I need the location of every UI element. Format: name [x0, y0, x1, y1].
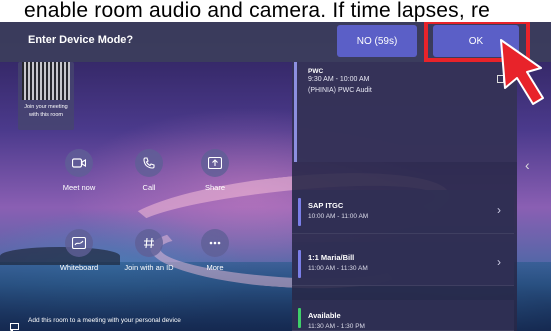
whiteboard-icon — [65, 229, 93, 257]
hash-icon — [135, 229, 163, 257]
call-label: Call — [142, 183, 156, 192]
call-button[interactable]: Call — [124, 149, 174, 192]
agenda-item-color-bar — [298, 308, 301, 328]
qr-join-card: Join your meeting with this room — [18, 62, 74, 130]
cast-icon — [10, 318, 19, 331]
agenda-item[interactable]: SAP ITGC 10:00 AM - 11:00 AM › — [292, 190, 514, 234]
document-caption: enable room audio and camera. If time la… — [0, 0, 551, 22]
qr-label: Join your meeting with this room — [24, 104, 68, 118]
agenda-item-name: Available — [308, 311, 341, 320]
no-button[interactable]: NO (59s) — [337, 25, 417, 57]
more-label: More — [206, 263, 224, 272]
share-button[interactable]: Share — [190, 149, 240, 192]
agenda-item[interactable]: 1:1 Maria/Bill 11:00 AM - 11:30 AM › — [292, 242, 514, 286]
share-screen-icon — [201, 149, 229, 177]
current-meeting-accent — [294, 62, 297, 162]
pointer-arrow-icon — [500, 39, 544, 105]
footer-text: Add this room to a meeting with your per… — [28, 317, 181, 324]
agenda-item-name: 1:1 Maria/Bill — [308, 253, 355, 262]
current-meeting-time: 9:30 AM - 10:00 AM — [308, 76, 370, 83]
current-meeting-head: PWC — [308, 68, 324, 75]
chevron-right-icon[interactable]: › — [497, 255, 501, 269]
phone-icon — [135, 149, 163, 177]
agenda-item-color-bar — [298, 250, 301, 278]
meet-now-button[interactable]: Meet now — [54, 149, 104, 192]
chevron-right-icon[interactable]: › — [497, 203, 501, 217]
agenda-item-color-bar — [298, 198, 301, 226]
current-meeting-card[interactable]: PWC 9:30 AM - 10:00 AM (PHINIA) PWC Audi… — [292, 62, 517, 162]
video-camera-icon — [65, 149, 93, 177]
agenda-item-name: SAP ITGC — [308, 201, 344, 210]
qr-code — [22, 62, 70, 100]
whiteboard-label: Whiteboard — [59, 263, 99, 272]
agenda-item-time: 11:00 AM - 11:30 AM — [308, 265, 368, 272]
side-panel-chevron-icon[interactable]: ‹ — [525, 157, 530, 173]
teams-room-screen: Join your meeting with this room Meet no… — [0, 22, 551, 331]
footer-bar: Add this room to a meeting with your per… — [0, 314, 292, 331]
join-with-id-button[interactable]: Join with an ID — [124, 229, 174, 272]
more-button[interactable]: More — [190, 229, 240, 272]
agenda-item[interactable]: Available 11:30 AM - 1:30 PM — [292, 300, 514, 331]
agenda-item-time: 10:00 AM - 11:00 AM — [308, 213, 369, 220]
meet-now-label: Meet now — [62, 183, 96, 192]
agenda-item-time: 11:30 AM - 1:30 PM — [308, 323, 365, 330]
whiteboard-button[interactable]: Whiteboard — [54, 229, 104, 272]
more-icon — [201, 229, 229, 257]
current-meeting-title: (PHINIA) PWC Audit — [308, 87, 372, 94]
device-mode-dialog: Enter Device Mode? NO (59s) OK — [0, 22, 551, 62]
agenda-panel: PWC 9:30 AM - 10:00 AM (PHINIA) PWC Audi… — [292, 62, 517, 331]
join-with-id-label: Join with an ID — [124, 263, 174, 272]
share-label: Share — [204, 183, 225, 192]
dialog-title: Enter Device Mode? — [28, 34, 134, 46]
